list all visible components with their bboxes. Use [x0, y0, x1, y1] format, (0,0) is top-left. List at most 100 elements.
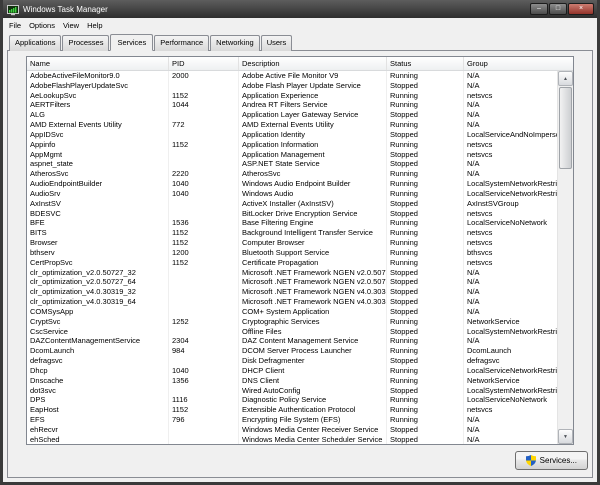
table-row[interactable]: COMSysApp COM+ System Application Stopped N… — [27, 306, 557, 317]
table-row[interactable]: AppIDSvc Application Identity Stopped Local… — [27, 129, 557, 140]
menu-item-view[interactable]: View — [59, 20, 83, 31]
cell-name: AdobeActiveFileMonitor9.0 — [27, 71, 169, 81]
services-table: Name PID Description Status Group AdobeActiv… — [26, 56, 574, 445]
minimize-button[interactable]: – — [530, 3, 548, 15]
scroll-up-icon[interactable]: ▲ — [558, 71, 573, 86]
column-header-group[interactable]: Group — [464, 57, 557, 70]
cell-status: Stopped — [387, 198, 464, 209]
cell-description: Windows Audio — [239, 188, 387, 199]
table-row[interactable]: BDESVC BitLocker Drive Encryption Service… — [27, 208, 557, 219]
cell-pid — [169, 385, 239, 396]
table-row[interactable]: AppMgmt Application Management Stopped nets… — [27, 149, 557, 160]
column-header-pid[interactable]: PID — [169, 57, 239, 70]
table-row[interactable]: EapHost 1152 Extensible Authentication Pro… — [27, 405, 557, 415]
scrollbar-thumb[interactable] — [559, 87, 572, 169]
table-row[interactable]: bthserv 1200 Bluetooth Support Service Runn… — [27, 247, 557, 258]
cell-name: defragsvc — [27, 356, 169, 366]
table-row[interactable]: Browser 1152 Computer Browser Running netsvc… — [27, 238, 557, 248]
cell-status: Stopped — [387, 385, 464, 396]
table-row[interactable]: AudioEndpointBuilder 1040 Windows Audio En… — [27, 179, 557, 189]
cell-description: Windows Audio Endpoint Builder — [239, 179, 387, 189]
table-row[interactable]: Appinfo 1152 Application Information Runnin… — [27, 139, 557, 150]
table-row[interactable]: Dnscache 1356 DNS Client Running NetworkServ… — [27, 375, 557, 386]
table-row[interactable]: ALG Application Layer Gateway Service Stop… — [27, 110, 557, 121]
tab-users[interactable]: Users — [260, 35, 293, 51]
column-header-status[interactable]: Status — [387, 57, 464, 70]
close-button[interactable]: × — [568, 3, 594, 15]
table-row[interactable]: clr_optimization_v4.0.30319_32 Microsoft … — [27, 287, 557, 298]
services-button[interactable]: Services... — [514, 451, 588, 470]
table-row[interactable]: clr_optimization_v2.0.50727_32 Microsoft … — [27, 267, 557, 278]
cell-status: Stopped — [387, 80, 464, 91]
menu-item-options[interactable]: Options — [25, 20, 59, 31]
table-row[interactable]: AERTFilters 1044 Andrea RT Filters Service… — [27, 100, 557, 111]
table-row[interactable]: AtherosSvc 2220 AtherosSvc Running N/A — [27, 169, 557, 180]
window-title: Windows Task Manager — [23, 4, 108, 14]
cell-description: Application Experience — [239, 90, 387, 101]
cell-description: Microsoft .NET Framework NGEN v2.0.50727… — [239, 267, 387, 278]
cell-name: DAZContentManagementService — [27, 336, 169, 347]
cell-pid: 772 — [169, 120, 239, 130]
cell-group: LocalServiceNoNetwork — [467, 218, 548, 228]
cell-description: Application Layer Gateway Service — [239, 110, 387, 121]
scrollbar-track[interactable] — [558, 170, 573, 429]
table-row[interactable]: dot3svc Wired AutoConfig Stopped LocalSyste… — [27, 385, 557, 396]
table-row[interactable]: AdobeFlashPlayerUpdateSvc Adobe Flash Pla… — [27, 80, 557, 91]
table-row[interactable]: aspnet_state ASP.NET State Service Stopped… — [27, 159, 557, 170]
cell-description: Disk Defragmenter — [239, 356, 387, 366]
table-row[interactable]: BITS 1152 Background Intelligent Transfer … — [27, 228, 557, 239]
table-row[interactable]: DAZContentManagementService 2304 DAZ Conte… — [27, 336, 557, 347]
cell-group: N/A — [467, 434, 480, 444]
column-header-description[interactable]: Description — [239, 57, 387, 70]
table-row[interactable]: AeLookupSvc 1152 Application Experience Run… — [27, 90, 557, 101]
menu-item-help[interactable]: Help — [83, 20, 106, 31]
tab-processes[interactable]: Processes — [62, 35, 110, 51]
cell-name: clr_optimization_v4.0.30319_32 — [27, 287, 169, 298]
scroll-down-icon[interactable]: ▼ — [558, 429, 573, 444]
cell-status: Running — [387, 405, 464, 415]
cell-name: AudioEndpointBuilder — [27, 179, 169, 189]
tab-networking[interactable]: Networking — [210, 35, 260, 51]
cell-name: COMSysApp — [27, 306, 169, 317]
cell-group: bthsvcs — [467, 247, 493, 257]
tab-performance[interactable]: Performance — [154, 35, 210, 51]
table-row[interactable]: DcomLaunch 984 DCOM Server Process Launche… — [27, 346, 557, 357]
table-row[interactable]: AxInstSV ActiveX Installer (AxInstSV) Stop… — [27, 198, 557, 209]
table-row[interactable]: CscService Offline Files Stopped LocalSyste… — [27, 326, 557, 337]
table-row[interactable]: defragsvc Disk Defragmenter Stopped defrags… — [27, 356, 557, 366]
cell-status: Running — [387, 169, 464, 180]
vertical-scrollbar[interactable]: ▲ ▼ — [557, 71, 573, 444]
table-row[interactable]: CryptSvc 1252 Cryptographic Services Runnin… — [27, 316, 557, 327]
cell-name: AppIDSvc — [27, 129, 169, 140]
cell-description: ASP.NET State Service — [239, 159, 387, 170]
cell-pid: 1152 — [169, 228, 239, 239]
column-header-name[interactable]: Name — [27, 57, 169, 70]
cell-name: Dnscache — [27, 375, 169, 386]
table-row[interactable]: clr_optimization_v4.0.30319_64 Microsoft … — [27, 297, 557, 307]
task-manager-icon — [7, 3, 19, 16]
table-row[interactable]: AMD External Events Utility 772 AMD Extern… — [27, 120, 557, 130]
cell-group: LocalServiceNetworkRestricted — [467, 365, 557, 375]
title-bar[interactable]: Windows Task Manager – □ × — [3, 0, 597, 18]
maximize-button[interactable]: □ — [549, 3, 567, 15]
tab-applications[interactable]: Applications — [9, 35, 62, 51]
table-row[interactable]: EFS 796 Encrypting File System (EFS) Runnin… — [27, 414, 557, 425]
cell-name: EapHost — [27, 405, 169, 415]
table-row[interactable]: clr_optimization_v2.0.50727_64 Microsoft … — [27, 277, 557, 288]
cell-group: N/A — [467, 306, 480, 316]
uac-shield-icon — [525, 455, 536, 466]
cell-description: BitLocker Drive Encryption Service — [239, 208, 387, 219]
cell-group: N/A — [467, 297, 480, 307]
table-row[interactable]: AdobeActiveFileMonitor9.0 2000 Adobe Activ… — [27, 71, 557, 81]
table-row[interactable]: Dhcp 1040 DHCP Client Running LocalServiceNe… — [27, 365, 557, 376]
table-row[interactable]: BFE 1536 Base Filtering Engine Running Local… — [27, 218, 557, 229]
cell-name: AudioSrv — [27, 188, 169, 199]
table-row[interactable]: ehRecvr Windows Media Center Receiver Ser… — [27, 424, 557, 435]
menu-item-file[interactable]: File — [5, 20, 25, 31]
cell-group: netsvcs — [467, 208, 493, 218]
table-row[interactable]: CertPropSvc 1152 Certificate Propagation Ru… — [27, 257, 557, 268]
table-row[interactable]: AudioSrv 1040 Windows Audio Running LocalSer… — [27, 188, 557, 199]
table-row[interactable]: ehSched Windows Media Center Scheduler Se… — [27, 434, 557, 444]
table-row[interactable]: DPS 1116 Diagnostic Policy Service Running L… — [27, 395, 557, 406]
tab-services[interactable]: Services — [110, 34, 154, 51]
